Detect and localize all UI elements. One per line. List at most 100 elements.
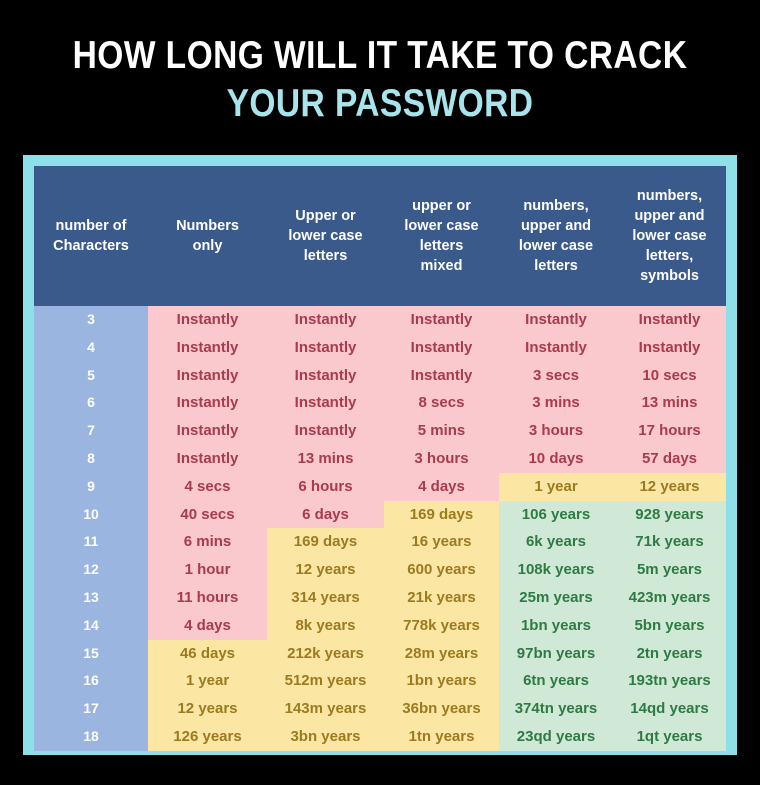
crack-time-cell: 778k years	[384, 611, 499, 640]
crack-time-cell: 13 mins	[267, 444, 384, 473]
crack-time-cell: 2tn years	[613, 639, 726, 668]
crack-time-cell: 512m years	[267, 667, 384, 696]
column-header-line: Numbers	[176, 218, 239, 234]
table-row: 10 40 secs 6 days 169 days 106 years 928 year…	[34, 500, 726, 529]
crack-time-cell: 600 years	[384, 556, 499, 584]
crack-time-cell: 57 days	[613, 444, 726, 473]
crack-time-cell: 314 years	[267, 583, 384, 612]
crack-time-cell: 12 years	[613, 472, 726, 501]
table-row: 15 46 days 212k years 28m years 97bn years 2t…	[34, 639, 726, 668]
crack-time-cell: Instantly	[148, 361, 267, 390]
crack-time-cell: 4 secs	[148, 472, 267, 501]
table-row: 17 12 years 143m years 36bn years 374tn year…	[34, 695, 726, 723]
table-row: 3 Instantly Instantly Instantly Instantly Ins…	[34, 306, 726, 334]
row-character-count: 15	[34, 639, 148, 668]
crack-time-cell: 108k years	[499, 556, 613, 584]
crack-time-cell: 106 years	[499, 500, 613, 529]
table-row: 6 Instantly Instantly 8 secs 3 mins 13 mins	[34, 389, 726, 418]
column-header-line: lower case	[632, 228, 707, 244]
crack-time-cell: 212k years	[267, 639, 384, 668]
column-header-line: number of	[55, 218, 127, 234]
crack-time-cell: 10 days	[499, 444, 613, 473]
table-header-row: number of Characters Numbers only Upper or lo…	[34, 166, 726, 306]
crack-time-cell: Instantly	[613, 306, 726, 334]
row-character-count: 4	[34, 333, 148, 362]
table-row: 12 1 hour 12 years 600 years 108k years 5m ye…	[34, 556, 726, 584]
crack-time-cell: Instantly	[148, 306, 267, 334]
crack-time-cell: Instantly	[267, 333, 384, 362]
table-row: 11 6 mins 169 days 16 years 6k years 71k year…	[34, 528, 726, 557]
crack-time-cell: 17 hours	[613, 417, 726, 445]
column-header-0: number of Characters	[34, 166, 148, 306]
table-row: 94 secs 6 hours 4 days 1 year 12 years	[34, 472, 726, 501]
crack-time-cell: 21k years	[384, 583, 499, 612]
table-row: 4 Instantly Instantly Instantly Instantly Ins…	[34, 333, 726, 362]
column-header-line: upper and	[634, 208, 705, 224]
crack-time-cell: 3bn years	[267, 722, 384, 751]
crack-time-cell: 10 secs	[613, 361, 726, 390]
column-header-line: lower case	[288, 228, 363, 244]
crack-time-cell: 71k years	[613, 528, 726, 557]
column-header-line: upper or	[412, 198, 471, 214]
table-row: 13 11 hours 314 years 21k years 25m years 423…	[34, 583, 726, 612]
table-header: number of Characters Numbers only Upper or lo…	[34, 166, 726, 306]
crack-time-cell: Instantly	[384, 361, 499, 390]
crack-time-cell: 143m years	[267, 695, 384, 723]
crack-time-cell: 3 secs	[499, 361, 613, 390]
crack-time-cell: 1 year	[499, 472, 613, 501]
row-character-count: 9	[34, 472, 148, 501]
crack-time-cell: Instantly	[384, 306, 499, 334]
crack-time-cell: 423m years	[613, 583, 726, 612]
crack-time-cell: Instantly	[148, 444, 267, 473]
table-row: 16 1 year 512m years 1bn years 6tn years 193t…	[34, 667, 726, 696]
crack-time-cell: 6k years	[499, 528, 613, 557]
crack-time-cell: Instantly	[267, 417, 384, 445]
table-row: 18 126 years 3bn years 1tn years 23qd years 1…	[34, 722, 726, 751]
page-title-line-2: YOUR PASSWORD	[226, 82, 534, 125]
crack-time-cell: 1bn years	[384, 667, 499, 696]
column-header-line: lower case	[518, 238, 594, 254]
crack-time-cell: 97bn years	[499, 639, 613, 668]
row-character-count: 18	[34, 722, 148, 751]
crack-time-cell: Instantly	[499, 333, 613, 362]
column-header-line: numbers,	[523, 198, 589, 214]
column-header-line: letters	[303, 248, 348, 264]
table-row: 14 4 days 8k years 778k years 1bn years 5bn y…	[34, 611, 726, 640]
crack-time-cell: 6tn years	[499, 667, 613, 696]
crack-time-cell: Instantly	[267, 389, 384, 418]
row-character-count: 11	[34, 528, 148, 557]
infographic-page: HOW LONG WILL IT TAKE TO CRACK YOUR PASS…	[0, 0, 760, 785]
crack-time-cell: 16 years	[384, 528, 499, 557]
row-character-count: 8	[34, 444, 148, 473]
crack-time-cell: 169 days	[384, 500, 499, 529]
table-row: 5 Instantly Instantly Instantly 3 secs 10 sec…	[34, 361, 726, 390]
crack-time-cell: 8 secs	[384, 389, 499, 418]
table-row: 7 Instantly Instantly 5 mins 3 hours 17 hours	[34, 417, 726, 445]
crack-time-cell: Instantly	[148, 417, 267, 445]
crack-time-cell: Instantly	[148, 389, 267, 418]
row-character-count: 5	[34, 361, 148, 390]
crack-time-cell: 5bn years	[613, 611, 726, 640]
row-character-count: 13	[34, 583, 148, 612]
crack-time-cell: 12 years	[267, 556, 384, 584]
crack-time-cell: 14qd years	[613, 695, 726, 723]
crack-time-cell: 3 mins	[499, 389, 613, 418]
column-header-line: letters,	[645, 248, 694, 264]
column-header-line: lower case	[404, 218, 479, 234]
table-frame: number of Characters Numbers only Upper or lo…	[23, 155, 737, 755]
crack-time-cell: 36bn years	[384, 695, 499, 723]
password-crack-time-table: number of Characters Numbers only Upper or lo…	[34, 166, 726, 751]
column-header-line: letters	[419, 238, 464, 254]
row-character-count: 16	[34, 667, 148, 696]
column-header-1: Numbers only	[148, 166, 267, 306]
crack-time-cell: 23qd years	[499, 722, 613, 751]
crack-time-cell: 6 days	[267, 500, 384, 529]
crack-time-cell: 6 mins	[148, 528, 267, 557]
crack-time-cell: 1qt years	[613, 722, 726, 751]
row-character-count: 12	[34, 556, 148, 584]
crack-time-cell: Instantly	[148, 333, 267, 362]
crack-time-cell: 8k years	[267, 611, 384, 640]
crack-time-cell: Instantly	[499, 306, 613, 334]
row-character-count: 10	[34, 500, 148, 529]
row-character-count: 17	[34, 695, 148, 723]
